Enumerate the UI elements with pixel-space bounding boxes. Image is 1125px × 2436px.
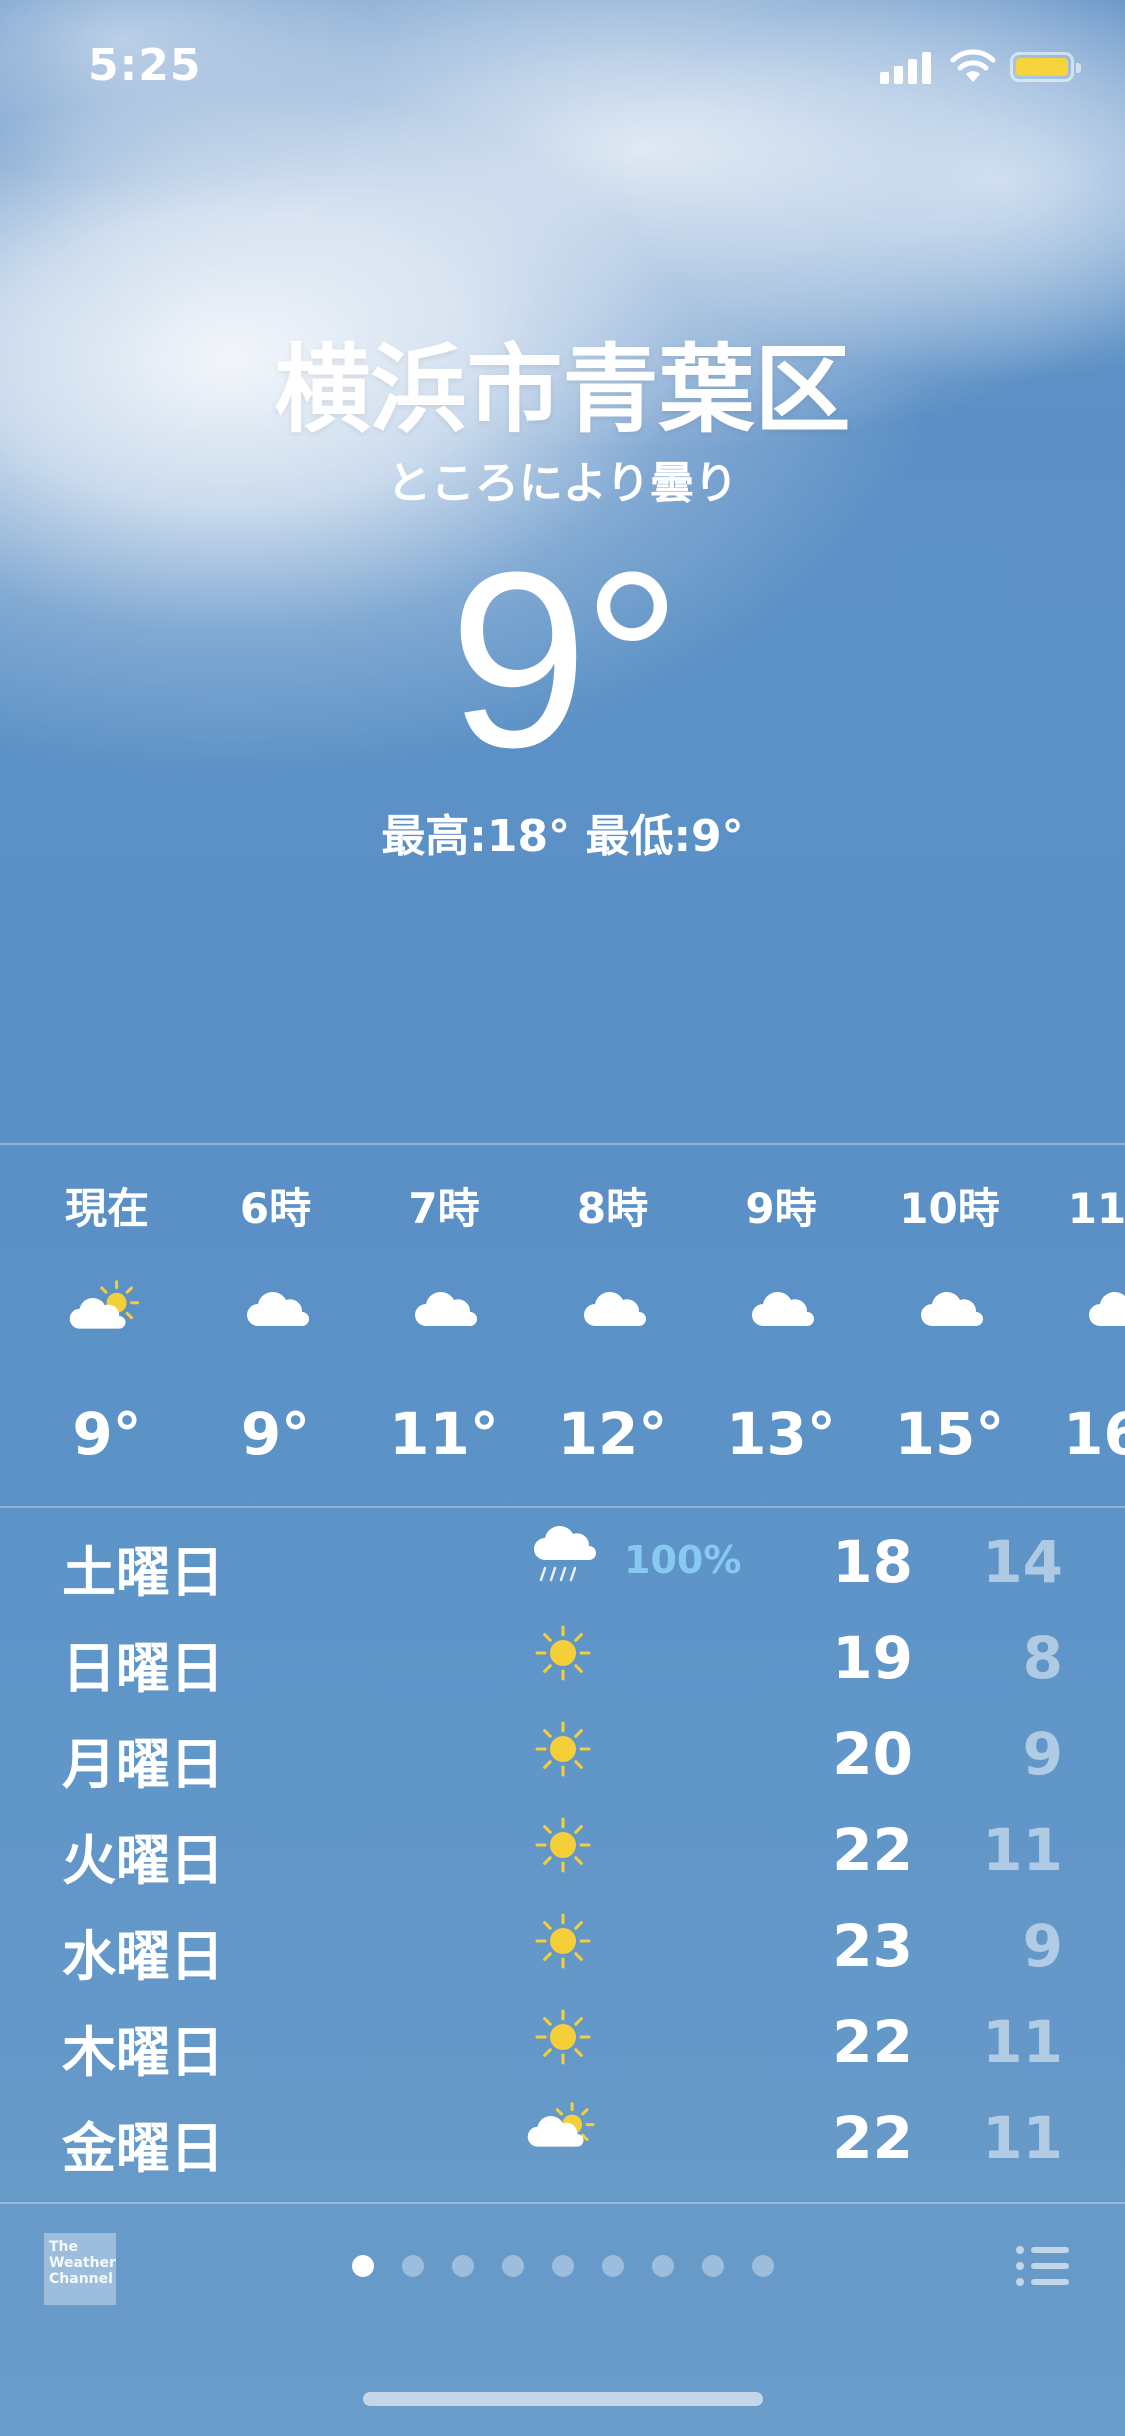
hourly-time: 11時 <box>1067 1184 1125 1233</box>
day-name: 月曜日 <box>62 1733 224 1796</box>
bottom-toolbar: The Weather Channel <box>0 2205 1125 2335</box>
hourly-temperature: 12° <box>557 1400 668 1468</box>
sun-icon <box>525 1618 601 1688</box>
sun-icon <box>525 1906 601 1976</box>
page-dot[interactable] <box>451 2255 474 2277</box>
hourly-temperature: 11° <box>389 1400 499 1468</box>
daily-low: 9 <box>1022 1720 1063 1788</box>
cloud-icon <box>1078 1280 1125 1340</box>
hourly-temperature: 9° <box>240 1400 311 1468</box>
hourly-temperature: 13° <box>726 1400 836 1468</box>
daily-high: 18 <box>832 1528 913 1596</box>
cloud-icon <box>236 1280 316 1340</box>
hourly-temperature: 16° <box>1063 1400 1125 1468</box>
day-name: 土曜日 <box>62 1541 224 1604</box>
page-indicator[interactable] <box>0 2255 1125 2281</box>
status-time: 5:25 <box>88 40 202 91</box>
sun-icon <box>525 1714 601 1784</box>
daily-high: 19 <box>832 1624 913 1692</box>
daily-high: 23 <box>832 1912 913 1980</box>
high-low-temperature: 最高:18° 最低:9° <box>381 811 744 862</box>
daily-high: 20 <box>832 1720 913 1788</box>
daily-low: 11 <box>982 2008 1063 2076</box>
hourly-temperature: 9° <box>72 1400 142 1468</box>
current-temperature-block: 9° <box>0 530 1125 790</box>
cloud-icon <box>573 1280 653 1340</box>
daily-row: 木曜日 22 11 <box>0 1990 1125 2086</box>
sun-icon <box>525 2002 601 2072</box>
home-indicator[interactable] <box>363 2392 763 2406</box>
daily-row: 月曜日 20 9 <box>0 1702 1125 1798</box>
divider <box>0 2202 1125 2204</box>
weather-condition: ところにより曇り <box>386 458 739 509</box>
current-temperature: 9° <box>448 520 682 799</box>
rain-cloud-icon <box>525 1522 601 1592</box>
cellular-signal-icon <box>880 52 931 84</box>
hourly-time: 6時 <box>239 1184 312 1233</box>
page-dot[interactable] <box>501 2255 524 2277</box>
daily-row: 土曜日 100% 18 14 <box>0 1510 1125 1606</box>
daily-low: 11 <box>982 1816 1063 1884</box>
hourly-temperature: 15° <box>894 1400 1005 1468</box>
sun-icon <box>525 1810 601 1880</box>
daily-row: 日曜日 19 8 <box>0 1606 1125 1702</box>
hourly-time: 現在 <box>64 1184 149 1233</box>
cloud-icon <box>910 1280 990 1340</box>
daily-high: 22 <box>832 1816 913 1884</box>
page-dot[interactable] <box>551 2255 574 2277</box>
day-name: 火曜日 <box>62 1829 224 1892</box>
cloud-icon <box>404 1280 484 1340</box>
daily-low: 11 <box>982 2104 1063 2172</box>
hourly-time: 10時 <box>899 1184 1000 1233</box>
daily-row: 金曜日 22 11 <box>0 2086 1125 2182</box>
cloud-icon <box>741 1280 821 1340</box>
page-dot[interactable] <box>601 2255 624 2277</box>
day-name: 水曜日 <box>62 1925 224 1988</box>
daily-row: 水曜日 23 9 <box>0 1894 1125 1990</box>
page-dot[interactable] <box>701 2255 724 2277</box>
hourly-time: 7時 <box>408 1184 480 1233</box>
city-name: 横浜市青葉区 <box>274 334 851 446</box>
wifi-icon <box>950 49 996 82</box>
day-name: 日曜日 <box>62 1637 224 1700</box>
location-header: 横浜市青葉区 ところにより曇り <box>0 330 1125 514</box>
status-bar: 5:25 <box>0 0 1125 140</box>
day-name: 木曜日 <box>62 2021 224 2084</box>
hourly-time: 8時 <box>576 1184 649 1233</box>
partly-sunny-icon <box>525 2098 601 2168</box>
list-icon[interactable] <box>1015 2245 1071 2287</box>
page-dot[interactable] <box>751 2255 774 2277</box>
hourly-time: 9時 <box>745 1184 817 1233</box>
daily-high: 22 <box>832 2008 913 2076</box>
hourly-forecast[interactable]: 現在 9° 6時 9° 7時 11° 8時 12° 9時 13° 10時 15° 11時 16° <box>0 1145 1125 1505</box>
daily-high: 22 <box>832 2104 913 2172</box>
daily-low: 8 <box>1022 1624 1063 1692</box>
divider <box>0 1506 1125 1508</box>
daily-low: 14 <box>982 1528 1063 1596</box>
page-dot[interactable] <box>401 2255 424 2277</box>
battery-icon <box>1010 52 1081 82</box>
page-dot[interactable] <box>651 2255 674 2277</box>
partly-sunny-icon <box>67 1280 147 1340</box>
daily-row: 火曜日 22 11 <box>0 1798 1125 1894</box>
page-dot[interactable] <box>351 2255 374 2277</box>
day-name: 金曜日 <box>62 2117 224 2180</box>
daily-low: 9 <box>1022 1912 1063 1980</box>
precipitation-chance: 100% <box>624 1538 742 1582</box>
